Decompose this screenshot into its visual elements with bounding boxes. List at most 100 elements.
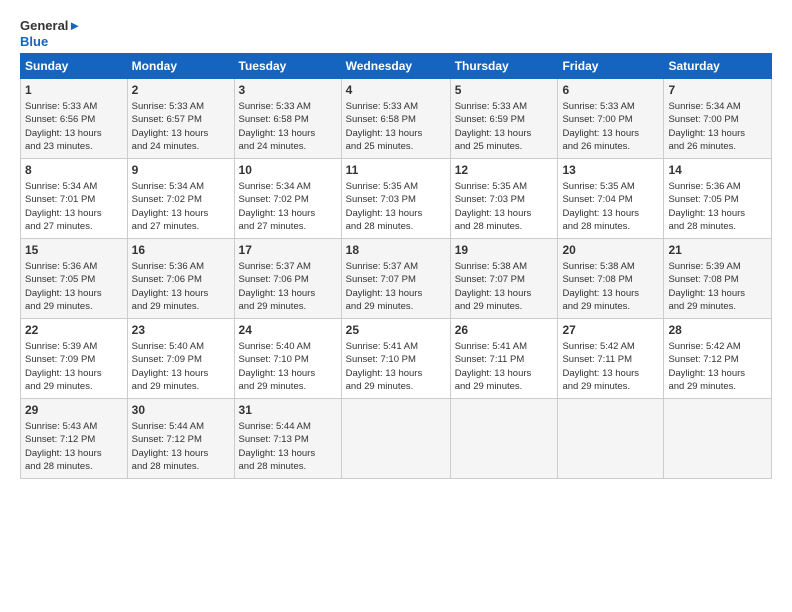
- col-header-wednesday: Wednesday: [341, 54, 450, 79]
- day-info-line: Daylight: 13 hours: [455, 287, 554, 300]
- day-number: 19: [455, 242, 554, 259]
- calendar-cell: 2Sunrise: 5:33 AMSunset: 6:57 PMDaylight…: [127, 79, 234, 159]
- day-info-line: Daylight: 13 hours: [25, 367, 123, 380]
- day-number: 10: [239, 162, 337, 179]
- day-info-line: and 29 minutes.: [668, 380, 767, 393]
- calendar-cell: 24Sunrise: 5:40 AMSunset: 7:10 PMDayligh…: [234, 319, 341, 399]
- day-info-line: Daylight: 13 hours: [668, 367, 767, 380]
- day-info-line: Daylight: 13 hours: [25, 207, 123, 220]
- day-info-line: and 28 minutes.: [25, 460, 123, 473]
- day-info-line: Sunset: 7:09 PM: [132, 353, 230, 366]
- day-number: 25: [346, 322, 446, 339]
- day-number: 5: [455, 82, 554, 99]
- day-info-line: Daylight: 13 hours: [239, 287, 337, 300]
- day-info-line: Daylight: 13 hours: [132, 447, 230, 460]
- day-info-line: Daylight: 13 hours: [562, 287, 659, 300]
- day-info-line: Daylight: 13 hours: [239, 127, 337, 140]
- col-header-sunday: Sunday: [21, 54, 128, 79]
- day-number: 15: [25, 242, 123, 259]
- day-info-line: and 29 minutes.: [239, 380, 337, 393]
- day-info-line: Sunset: 7:11 PM: [455, 353, 554, 366]
- day-info-line: and 29 minutes.: [239, 300, 337, 313]
- day-info-line: and 28 minutes.: [346, 220, 446, 233]
- calendar-cell: 14Sunrise: 5:36 AMSunset: 7:05 PMDayligh…: [664, 159, 772, 239]
- calendar-cell: 1Sunrise: 5:33 AMSunset: 6:56 PMDaylight…: [21, 79, 128, 159]
- col-header-thursday: Thursday: [450, 54, 558, 79]
- day-info-line: and 28 minutes.: [562, 220, 659, 233]
- calendar-cell: 28Sunrise: 5:42 AMSunset: 7:12 PMDayligh…: [664, 319, 772, 399]
- day-info-line: Sunset: 6:58 PM: [346, 113, 446, 126]
- calendar-cell: 16Sunrise: 5:36 AMSunset: 7:06 PMDayligh…: [127, 239, 234, 319]
- day-number: 6: [562, 82, 659, 99]
- day-info-line: Sunset: 7:03 PM: [455, 193, 554, 206]
- calendar-cell: 7Sunrise: 5:34 AMSunset: 7:00 PMDaylight…: [664, 79, 772, 159]
- day-info-line: Sunrise: 5:42 AM: [562, 340, 659, 353]
- day-info-line: Sunrise: 5:35 AM: [562, 180, 659, 193]
- day-info-line: Sunset: 7:00 PM: [562, 113, 659, 126]
- calendar-cell: [558, 399, 664, 479]
- day-info-line: Sunset: 7:06 PM: [239, 273, 337, 286]
- day-info-line: Daylight: 13 hours: [132, 207, 230, 220]
- day-info-line: and 29 minutes.: [346, 380, 446, 393]
- day-info-line: Daylight: 13 hours: [239, 367, 337, 380]
- day-info-line: Daylight: 13 hours: [668, 127, 767, 140]
- day-number: 24: [239, 322, 337, 339]
- day-info-line: Daylight: 13 hours: [668, 287, 767, 300]
- day-info-line: Daylight: 13 hours: [25, 287, 123, 300]
- calendar-cell: [450, 399, 558, 479]
- day-number: 3: [239, 82, 337, 99]
- day-number: 23: [132, 322, 230, 339]
- calendar-cell: 25Sunrise: 5:41 AMSunset: 7:10 PMDayligh…: [341, 319, 450, 399]
- day-info-line: Daylight: 13 hours: [668, 207, 767, 220]
- day-info-line: Sunset: 7:06 PM: [132, 273, 230, 286]
- day-info-line: and 29 minutes.: [132, 300, 230, 313]
- day-number: 9: [132, 162, 230, 179]
- day-info-line: and 29 minutes.: [25, 380, 123, 393]
- day-info-line: Sunrise: 5:36 AM: [132, 260, 230, 273]
- logo-text: General► Blue: [20, 18, 81, 49]
- day-info-line: Sunrise: 5:40 AM: [239, 340, 337, 353]
- page-header: General► Blue: [20, 18, 772, 49]
- col-header-saturday: Saturday: [664, 54, 772, 79]
- calendar-cell: 23Sunrise: 5:40 AMSunset: 7:09 PMDayligh…: [127, 319, 234, 399]
- day-info-line: Sunrise: 5:39 AM: [25, 340, 123, 353]
- calendar-cell: 5Sunrise: 5:33 AMSunset: 6:59 PMDaylight…: [450, 79, 558, 159]
- day-info-line: and 27 minutes.: [132, 220, 230, 233]
- day-info-line: Sunset: 7:13 PM: [239, 433, 337, 446]
- day-info-line: and 28 minutes.: [668, 220, 767, 233]
- day-info-line: and 29 minutes.: [132, 380, 230, 393]
- calendar-cell: 8Sunrise: 5:34 AMSunset: 7:01 PMDaylight…: [21, 159, 128, 239]
- day-info-line: and 24 minutes.: [239, 140, 337, 153]
- calendar-cell: 9Sunrise: 5:34 AMSunset: 7:02 PMDaylight…: [127, 159, 234, 239]
- calendar-cell: 22Sunrise: 5:39 AMSunset: 7:09 PMDayligh…: [21, 319, 128, 399]
- day-info-line: Daylight: 13 hours: [132, 367, 230, 380]
- day-info-line: Sunset: 7:08 PM: [562, 273, 659, 286]
- day-info-line: Sunrise: 5:41 AM: [455, 340, 554, 353]
- calendar-week-5: 29Sunrise: 5:43 AMSunset: 7:12 PMDayligh…: [21, 399, 772, 479]
- day-info-line: Sunset: 7:05 PM: [25, 273, 123, 286]
- day-info-line: and 27 minutes.: [25, 220, 123, 233]
- calendar-cell: 4Sunrise: 5:33 AMSunset: 6:58 PMDaylight…: [341, 79, 450, 159]
- day-number: 18: [346, 242, 446, 259]
- day-info-line: Sunrise: 5:34 AM: [25, 180, 123, 193]
- day-number: 29: [25, 402, 123, 419]
- day-number: 7: [668, 82, 767, 99]
- col-header-monday: Monday: [127, 54, 234, 79]
- day-info-line: and 28 minutes.: [132, 460, 230, 473]
- day-number: 26: [455, 322, 554, 339]
- day-info-line: Sunset: 7:07 PM: [346, 273, 446, 286]
- day-number: 11: [346, 162, 446, 179]
- calendar-cell: 11Sunrise: 5:35 AMSunset: 7:03 PMDayligh…: [341, 159, 450, 239]
- calendar-cell: 20Sunrise: 5:38 AMSunset: 7:08 PMDayligh…: [558, 239, 664, 319]
- col-header-tuesday: Tuesday: [234, 54, 341, 79]
- calendar-week-4: 22Sunrise: 5:39 AMSunset: 7:09 PMDayligh…: [21, 319, 772, 399]
- day-info-line: Sunset: 7:08 PM: [668, 273, 767, 286]
- day-info-line: Sunset: 7:04 PM: [562, 193, 659, 206]
- calendar-cell: 12Sunrise: 5:35 AMSunset: 7:03 PMDayligh…: [450, 159, 558, 239]
- calendar-cell: 30Sunrise: 5:44 AMSunset: 7:12 PMDayligh…: [127, 399, 234, 479]
- day-info-line: Sunset: 7:02 PM: [239, 193, 337, 206]
- day-number: 31: [239, 402, 337, 419]
- day-info-line: and 25 minutes.: [455, 140, 554, 153]
- day-info-line: and 29 minutes.: [455, 300, 554, 313]
- day-info-line: Daylight: 13 hours: [562, 127, 659, 140]
